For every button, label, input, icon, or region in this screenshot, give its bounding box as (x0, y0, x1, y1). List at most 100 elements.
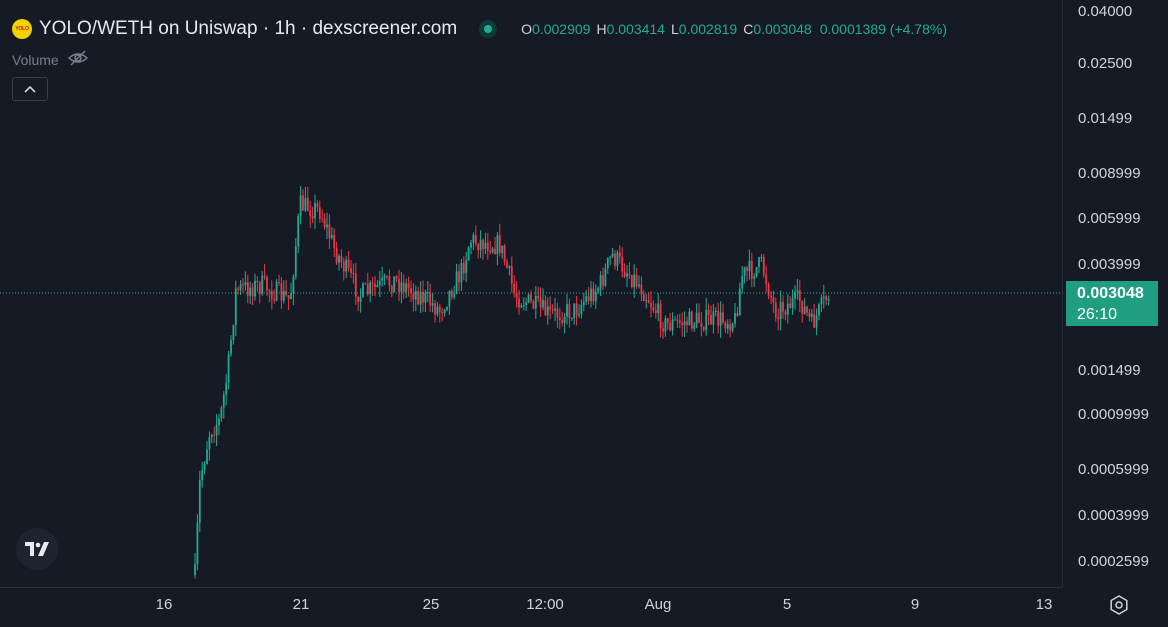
candle-body (561, 320, 564, 323)
candle-body (635, 274, 638, 287)
candle-body (251, 287, 254, 297)
candle-body (724, 322, 727, 329)
candle-body (678, 320, 681, 323)
candle-body (779, 302, 782, 320)
candle-body (755, 266, 758, 277)
candle-body (618, 252, 621, 257)
candle-body (566, 304, 568, 317)
candle-body (602, 275, 604, 286)
open-value: 0.002909 (532, 21, 591, 37)
candle-body (774, 302, 777, 318)
candle-body (465, 260, 468, 274)
candle-body (395, 276, 398, 280)
candle-body (407, 283, 410, 289)
candle-body (213, 434, 216, 436)
candle-body (314, 203, 316, 219)
candle-body (686, 321, 688, 326)
candle-body (623, 271, 626, 277)
candle-body (294, 246, 297, 277)
candle-body (201, 469, 204, 481)
candle-body (419, 291, 422, 305)
time-label: 5 (782, 596, 792, 613)
candle-body (290, 293, 292, 300)
volume-indicator[interactable]: Volume (12, 50, 89, 69)
candle-body (746, 267, 748, 272)
candle-body (825, 296, 828, 301)
candle-body (222, 394, 225, 408)
candle-body (328, 224, 331, 238)
candle-body (714, 310, 717, 312)
candle-body (299, 195, 302, 217)
candle-body (467, 247, 470, 261)
candle-body (206, 449, 208, 464)
candle-body (765, 274, 768, 285)
candle-body (270, 291, 273, 299)
candle-body (652, 307, 655, 311)
candle-body (542, 300, 544, 308)
candle-body (366, 284, 369, 294)
candle-body (484, 242, 487, 249)
candle-body (503, 245, 506, 262)
candle-body (738, 288, 741, 316)
candle-body (700, 322, 703, 328)
candle-body (558, 317, 561, 321)
candle-body (621, 256, 624, 272)
candle-body (333, 234, 336, 248)
ohlc-readout: O0.002909 H0.003414 L0.002819 C0.003048 … (521, 21, 947, 37)
candle-body (342, 261, 345, 272)
candle-body (731, 323, 734, 331)
candle-body (340, 256, 343, 262)
chart-area[interactable]: YOLO YOLO/WETH on Uniswap · 1h · dexscre… (0, 0, 1062, 587)
candle-body (237, 288, 240, 290)
candle-body (506, 261, 508, 268)
candle-body (246, 282, 249, 296)
candle-body (470, 242, 472, 248)
candle-body (815, 315, 818, 328)
current-price-value: 0.003048 (1077, 285, 1144, 302)
candle-body (402, 282, 405, 292)
candle-body (729, 324, 732, 331)
candle-body (662, 328, 664, 332)
candle-body (354, 273, 357, 297)
market-status-icon[interactable] (479, 20, 498, 38)
collapse-button[interactable] (12, 77, 48, 101)
candle-body (719, 312, 722, 326)
candle-body (494, 248, 496, 255)
pair-title: YOLO/WETH on Uniswap · 1h · dexscreener.… (39, 18, 458, 39)
candle-body (616, 252, 619, 266)
candle-body (743, 267, 746, 276)
eye-crossed-icon[interactable] (67, 50, 89, 69)
price-label: 0.02500 (1078, 55, 1133, 72)
candle-body (609, 256, 612, 258)
candle-body (258, 282, 261, 294)
price-label: 0.0002599 (1078, 553, 1149, 570)
candle-body (479, 239, 482, 251)
low-value: 0.002819 (678, 21, 738, 37)
tradingview-logo[interactable] (16, 528, 58, 570)
candle-body (688, 311, 691, 326)
candle-body (330, 234, 333, 238)
candle-body (462, 262, 465, 274)
time-label: 25 (422, 596, 440, 613)
candle-body (822, 296, 825, 298)
candle-body (546, 306, 549, 316)
candle-body (587, 296, 590, 301)
time-axis[interactable]: 16 21 25 12:00 Aug 5 9 13 (0, 587, 1062, 627)
candle-body (606, 257, 609, 269)
candle-body (674, 319, 676, 321)
candle-body (597, 288, 600, 292)
candle-body (378, 280, 381, 286)
candle-body (642, 294, 645, 302)
candle-body (734, 313, 736, 324)
candle-body (614, 253, 616, 266)
candle-body (482, 239, 484, 249)
gear-icon[interactable] (1108, 594, 1130, 616)
price-axis[interactable]: 0.04000 0.02500 0.01499 0.008999 0.00599… (1062, 0, 1168, 587)
candle-body (450, 290, 453, 298)
candle-body (350, 267, 352, 273)
candle-body (534, 295, 537, 309)
candle-body (474, 235, 477, 244)
candle-body (275, 282, 278, 301)
candle-body (760, 256, 763, 258)
candle-body (527, 294, 530, 303)
